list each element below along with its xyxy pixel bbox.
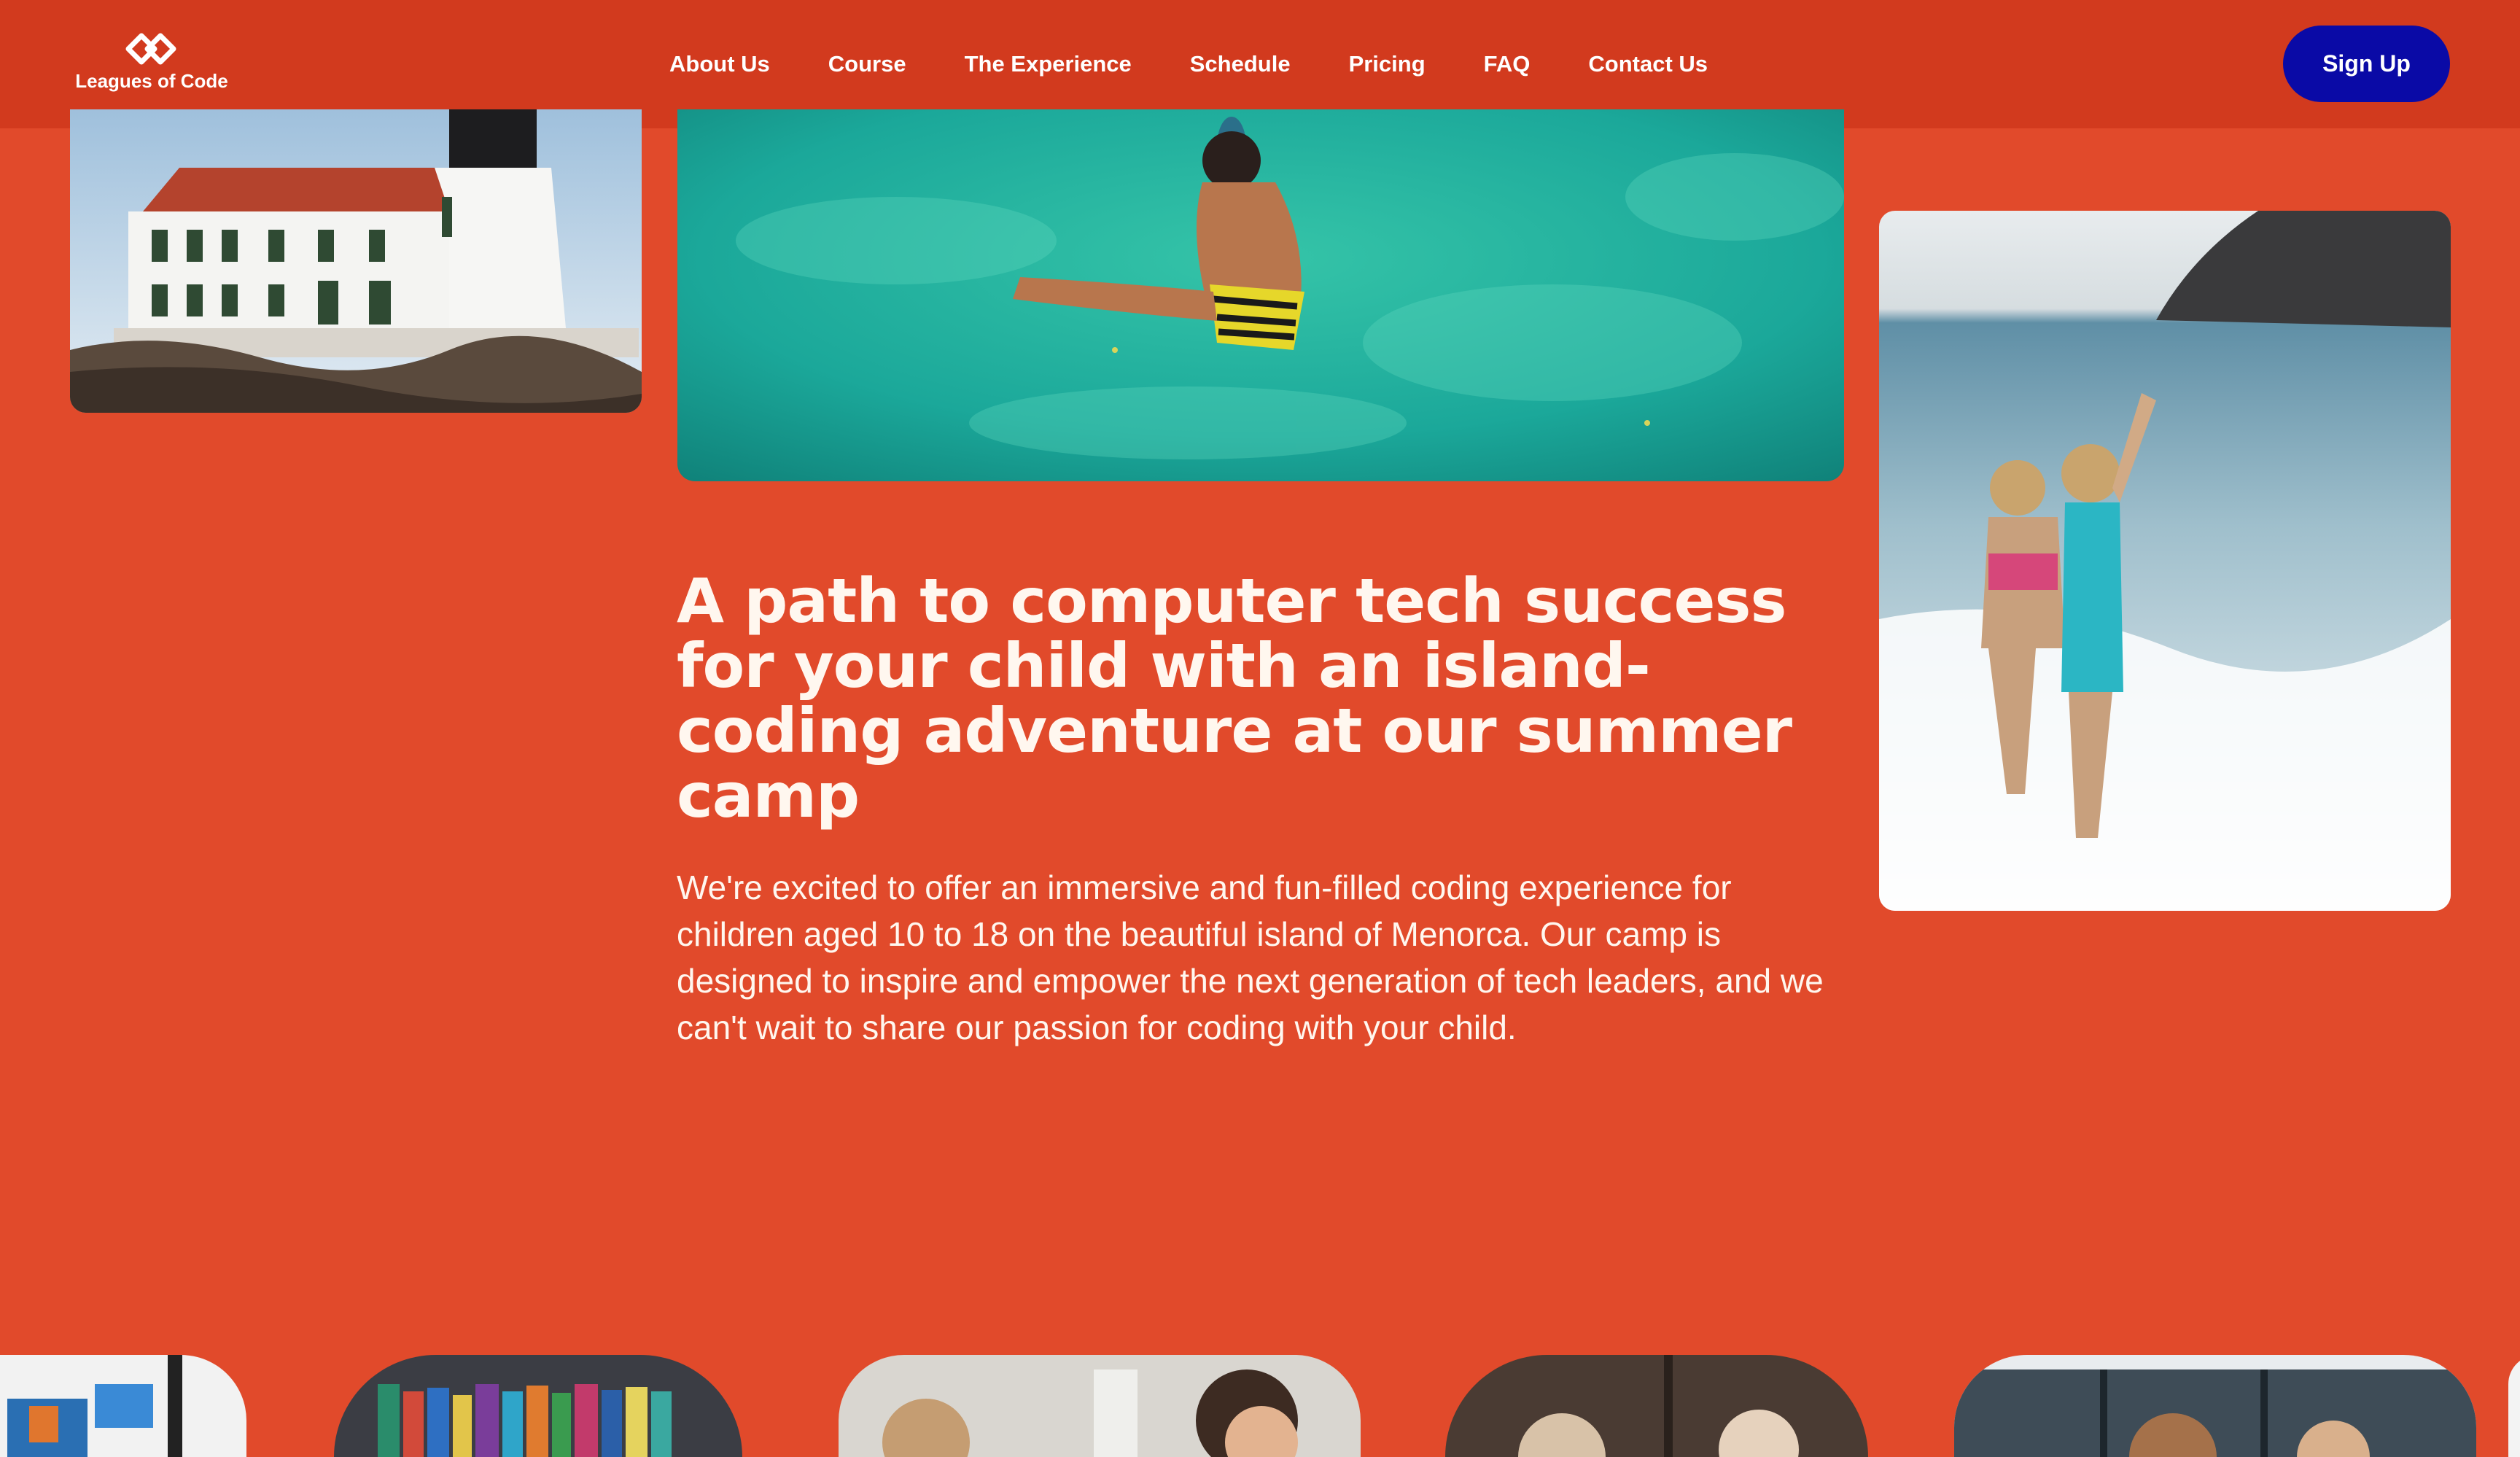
gallery-photo <box>1445 1355 1868 1457</box>
sign-up-button[interactable]: Sign Up <box>2283 26 2450 102</box>
nav-contact-us[interactable]: Contact Us <box>1588 48 1708 80</box>
nav-pricing[interactable]: Pricing <box>1349 48 1426 80</box>
nav-course[interactable]: Course <box>828 48 906 80</box>
logo-mark-icon <box>125 33 176 65</box>
brand-name: Leagues of Code <box>75 70 228 92</box>
nav-schedule[interactable]: Schedule <box>1190 48 1291 80</box>
gallery-photo <box>1954 1355 2476 1457</box>
nav-about-us[interactable]: About Us <box>669 48 770 80</box>
main-nav: About Us Course The Experience Schedule … <box>669 48 1708 80</box>
hero-intro: We're excited to offer an immersive and … <box>677 869 1824 1046</box>
gallery-photo <box>839 1355 1361 1457</box>
beach-photo <box>1879 211 2451 911</box>
nav-faq[interactable]: FAQ <box>1484 48 1531 80</box>
swimming-photo <box>677 109 1844 481</box>
hero-headline: A path to computer tech success for your… <box>677 565 1792 831</box>
gallery-photo <box>0 1355 246 1457</box>
gallery-photo <box>334 1355 742 1457</box>
lighthouse-photo <box>70 109 642 413</box>
gallery-photo <box>2508 1355 2520 1457</box>
nav-the-experience[interactable]: The Experience <box>965 48 1132 80</box>
brand-logo[interactable]: Leagues of Code <box>67 32 236 98</box>
